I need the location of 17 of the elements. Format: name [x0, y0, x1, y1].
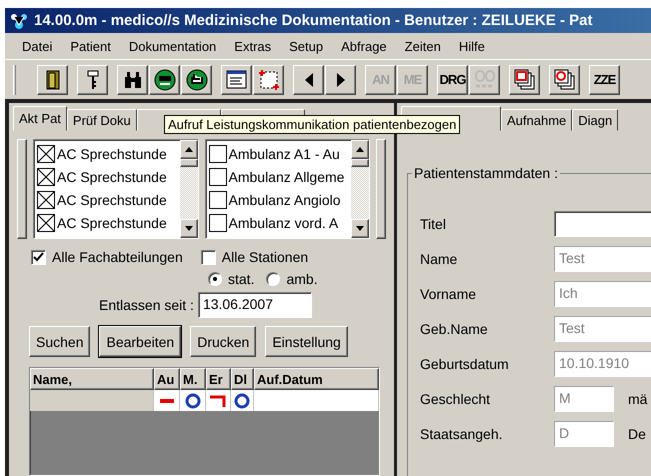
window-title: 14.00.0m - medico//s Medizinische Dokumentation - Benutzer : ZEILUEKE - Pat [34, 12, 592, 29]
field-note: mä [628, 391, 648, 407]
checkbox-label: Alle Stationen [222, 249, 308, 265]
group-title: Patientenstammdaten : [413, 165, 559, 181]
radio-label: stat. [228, 271, 254, 287]
field-label: Staatsangeh. [420, 426, 504, 442]
field-label: Vorname [420, 286, 478, 302]
field-label: Entlassen seit : [99, 297, 194, 313]
field-note: De [628, 426, 646, 442]
radio-label: amb. [286, 271, 318, 287]
field-label: Geburtsdatum [420, 356, 510, 372]
checkbox-label: Alle Fachabteilungen [52, 249, 183, 265]
field-label: Geb.Name [420, 321, 489, 337]
field-label: Geschlecht [420, 391, 492, 407]
field-label: Titel [420, 216, 447, 232]
field-label: Name [420, 251, 458, 267]
tooltip: Aufruf Leistungskommunikation patientenbezogen [164, 115, 460, 134]
